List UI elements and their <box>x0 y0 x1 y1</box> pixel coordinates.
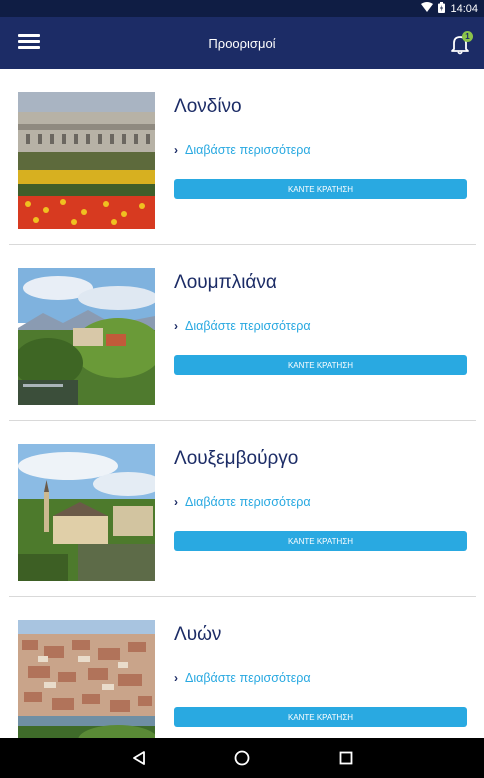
read-more-label: Διαβάστε περισσότερα <box>185 495 311 509</box>
notification-badge: 1 <box>462 31 473 42</box>
destination-list[interactable]: Λονδίνο › Διαβάστε περισσότερα ΚΑΝΤΕ ΚΡΑ… <box>0 69 484 738</box>
back-icon[interactable] <box>130 748 150 768</box>
status-bar: 14:04 <box>0 0 484 17</box>
book-button[interactable]: ΚΑΝΤΕ ΚΡΑΤΗΣΗ <box>174 531 467 551</box>
wifi-icon <box>421 2 434 15</box>
city-name: Λονδίνο <box>174 96 242 117</box>
destination-card-london: Λονδίνο › Διαβάστε περισσότερα ΚΑΝΤΕ ΚΡΑ… <box>0 69 484 245</box>
chevron-right-icon: › <box>174 143 178 157</box>
status-time: 14:04 <box>450 2 478 15</box>
home-icon[interactable] <box>232 748 252 768</box>
luxembourg-image <box>18 444 155 581</box>
read-more-link[interactable]: › Διαβάστε περισσότερα <box>174 319 311 333</box>
read-more-link[interactable]: › Διαβάστε περισσότερα <box>174 671 311 685</box>
read-more-label: Διαβάστε περισσότερα <box>185 143 311 157</box>
city-name: Λυών <box>174 624 222 645</box>
app-bar: Προορισμοί 1 <box>0 17 484 69</box>
recents-icon[interactable] <box>336 748 356 768</box>
read-more-link[interactable]: › Διαβάστε περισσότερα <box>174 495 311 509</box>
chevron-right-icon: › <box>174 671 178 685</box>
chevron-right-icon: › <box>174 495 178 509</box>
city-name: Λουμπλιάνα <box>174 272 277 293</box>
book-button[interactable]: ΚΑΝΤΕ ΚΡΑΤΗΣΗ <box>174 707 467 727</box>
london-image <box>18 92 155 229</box>
ljubljana-image <box>18 268 155 405</box>
system-nav-bar <box>0 738 484 778</box>
book-button[interactable]: ΚΑΝΤΕ ΚΡΑΤΗΣΗ <box>174 179 467 199</box>
read-more-label: Διαβάστε περισσότερα <box>185 319 311 333</box>
page-title: Προορισμοί <box>208 35 276 51</box>
read-more-link[interactable]: › Διαβάστε περισσότερα <box>174 143 311 157</box>
read-more-label: Διαβάστε περισσότερα <box>185 671 311 685</box>
book-button[interactable]: ΚΑΝΤΕ ΚΡΑΤΗΣΗ <box>174 355 467 375</box>
destination-card-luxembourg: Λουξεμβούργο › Διαβάστε περισσότερα ΚΑΝΤ… <box>0 421 484 597</box>
destination-card-ljubljana: Λουμπλιάνα › Διαβάστε περισσότερα ΚΑΝΤΕ … <box>0 245 484 421</box>
city-name: Λουξεμβούργο <box>174 448 299 469</box>
lyon-image <box>18 620 155 738</box>
destination-card-lyon: Λυών › Διαβάστε περισσότερα ΚΑΝΤΕ ΚΡΑΤΗΣ… <box>0 597 484 738</box>
bell-icon[interactable]: 1 <box>450 31 473 55</box>
battery-icon <box>438 1 446 16</box>
chevron-right-icon: › <box>174 319 178 333</box>
menu-icon[interactable] <box>18 34 40 52</box>
